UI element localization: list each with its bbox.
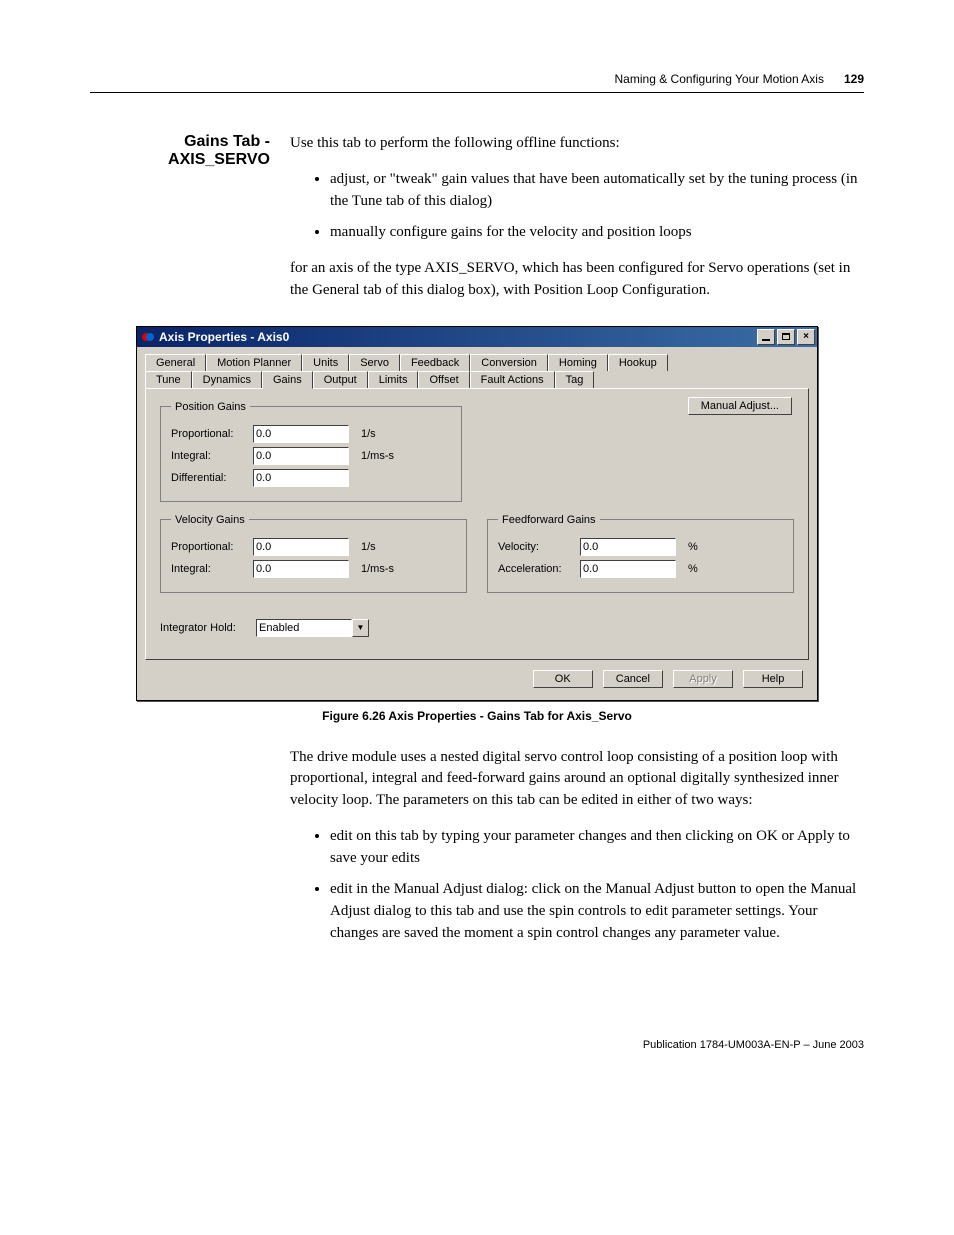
section-heading: Gains Tab - AXIS_SERVO xyxy=(90,133,270,316)
field-label: Proportional: xyxy=(171,541,247,553)
tab-gains[interactable]: Gains xyxy=(262,371,313,389)
tab-dynamics[interactable]: Dynamics xyxy=(192,371,262,389)
feedforward-gains-group: Feedforward Gains Velocity: % Accelerati… xyxy=(487,514,794,593)
ff-velocity-input[interactable] xyxy=(580,538,676,556)
group-legend: Position Gains xyxy=(171,401,250,413)
velocity-proportional-input[interactable] xyxy=(253,538,349,556)
bullet-item: manually configure gains for the velocit… xyxy=(330,222,864,244)
app-icon xyxy=(141,330,155,344)
integrator-hold-value[interactable] xyxy=(256,619,352,637)
position-integral-input[interactable] xyxy=(253,447,349,465)
axis-properties-dialog: Axis Properties - Axis0 × General Motion… xyxy=(136,326,818,701)
tab-offset[interactable]: Offset xyxy=(418,371,469,389)
tab-tune[interactable]: Tune xyxy=(145,371,192,389)
field-label: Differential: xyxy=(171,472,247,484)
lower-para: The drive module uses a nested digital s… xyxy=(290,747,864,812)
tab-units[interactable]: Units xyxy=(302,354,349,371)
tab-body: Manual Adjust... Position Gains Proporti… xyxy=(145,388,809,660)
tab-hookup[interactable]: Hookup xyxy=(608,354,668,371)
tab-feedback[interactable]: Feedback xyxy=(400,354,470,371)
velocity-integral-input[interactable] xyxy=(253,560,349,578)
field-label: Proportional: xyxy=(171,428,247,440)
dialog-buttons: OK Cancel Apply Help xyxy=(137,660,817,700)
ff-acceleration-input[interactable] xyxy=(580,560,676,578)
position-differential-input[interactable] xyxy=(253,469,349,487)
close-button[interactable]: × xyxy=(797,329,815,345)
tab-fault-actions[interactable]: Fault Actions xyxy=(470,371,555,389)
intro-para: Use this tab to perform the following of… xyxy=(290,133,864,155)
figure-caption: Figure 6.26 Axis Properties - Gains Tab … xyxy=(90,709,864,723)
ok-button[interactable]: OK xyxy=(533,670,593,688)
group-legend: Feedforward Gains xyxy=(498,514,600,526)
field-label: Velocity: xyxy=(498,541,574,553)
header-chapter: Naming & Configuring Your Motion Axis xyxy=(615,72,824,86)
unit-label: 1/s xyxy=(361,428,376,440)
tab-servo[interactable]: Servo xyxy=(349,354,400,371)
cancel-button[interactable]: Cancel xyxy=(603,670,663,688)
apply-button[interactable]: Apply xyxy=(673,670,733,688)
unit-label: 1/ms-s xyxy=(361,450,394,462)
tab-output[interactable]: Output xyxy=(313,371,368,389)
bullet-item: edit in the Manual Adjust dialog: click … xyxy=(330,879,864,944)
manual-adjust-button[interactable]: Manual Adjust... xyxy=(688,397,792,415)
integrator-hold-label: Integrator Hold: xyxy=(160,622,250,634)
titlebar: Axis Properties - Axis0 × xyxy=(137,327,817,347)
page-footer: Publication 1784-UM003A-EN-P – June 2003 xyxy=(90,1039,864,1051)
tab-homing[interactable]: Homing xyxy=(548,354,608,371)
unit-label: 1/s xyxy=(361,541,376,553)
chevron-down-icon[interactable]: ▼ xyxy=(352,619,369,637)
tab-general[interactable]: General xyxy=(145,354,206,371)
page-header: Naming & Configuring Your Motion Axis 12… xyxy=(90,72,864,93)
tab-tag[interactable]: Tag xyxy=(555,371,595,389)
help-button[interactable]: Help xyxy=(743,670,803,688)
minimize-button[interactable] xyxy=(757,329,775,345)
field-label: Integral: xyxy=(171,563,247,575)
tab-motion-planner[interactable]: Motion Planner xyxy=(206,354,302,371)
tab-conversion[interactable]: Conversion xyxy=(470,354,548,371)
tab-limits[interactable]: Limits xyxy=(368,371,419,389)
position-proportional-input[interactable] xyxy=(253,425,349,443)
lower-bullet-list: edit on this tab by typing your paramete… xyxy=(290,826,864,945)
header-pagenum: 129 xyxy=(844,72,864,86)
tab-strip: General Motion Planner Units Servo Feedb… xyxy=(137,347,817,660)
position-gains-group: Position Gains Proportional: 1/s Integra… xyxy=(160,401,462,502)
maximize-button[interactable] xyxy=(777,329,795,345)
bullet-item: adjust, or "tweak" gain values that have… xyxy=(330,169,864,213)
dialog-title: Axis Properties - Axis0 xyxy=(159,330,289,344)
unit-label: % xyxy=(688,563,698,575)
field-label: Acceleration: xyxy=(498,563,574,575)
velocity-gains-group: Velocity Gains Proportional: 1/s Integra… xyxy=(160,514,467,593)
group-legend: Velocity Gains xyxy=(171,514,249,526)
top-bullet-list: adjust, or "tweak" gain values that have… xyxy=(290,169,864,244)
field-label: Integral: xyxy=(171,450,247,462)
context-para: for an axis of the type AXIS_SERVO, whic… xyxy=(290,258,864,302)
integrator-hold-select[interactable]: ▼ xyxy=(256,619,369,637)
unit-label: % xyxy=(688,541,698,553)
bullet-item: edit on this tab by typing your paramete… xyxy=(330,826,864,870)
